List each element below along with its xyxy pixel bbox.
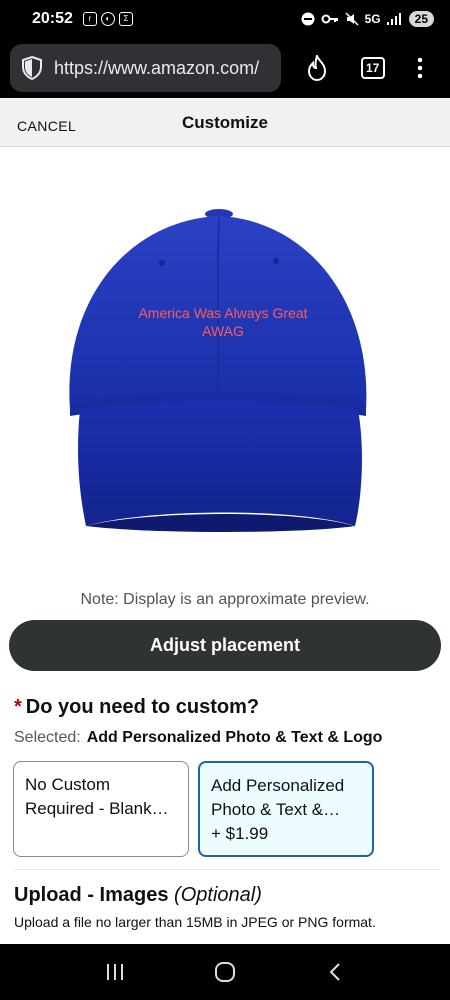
url-text[interactable]: https://www.amazon.com/ <box>54 58 259 79</box>
option-label-line-1: No Custom <box>25 775 111 794</box>
recents-button[interactable] <box>95 952 135 992</box>
customization-question: * Do you need to custom? <box>14 696 259 719</box>
status-time: 20:52 <box>32 10 73 27</box>
fire-icon <box>308 55 327 81</box>
product-preview: America Was Always Great AWAG <box>0 148 450 578</box>
upload-description: Upload a file no larger than 15MB in JPE… <box>14 914 376 930</box>
option-no-custom[interactable]: No Custom Required - Blank… <box>13 761 189 857</box>
system-indicators: 5G 25 <box>301 11 434 27</box>
cap-image <box>69 209 367 532</box>
network-type: 5G <box>364 12 381 26</box>
selected-value: Add Personalized Photo & Text & Logo <box>86 729 383 746</box>
browser-menu-button[interactable] <box>400 48 440 88</box>
required-marker: * <box>14 696 22 718</box>
section-divider <box>14 869 440 870</box>
upload-section-title: Upload - Images (Optional) <box>14 884 262 907</box>
preview-note: Note: Display is an approximate preview. <box>80 591 370 608</box>
address-bar[interactable]: https://www.amazon.com/ <box>10 44 282 92</box>
shield-icon[interactable] <box>20 55 44 81</box>
back-icon <box>329 963 340 981</box>
ring-icon: r <box>82 12 97 26</box>
back-button[interactable] <box>315 952 355 992</box>
mute-icon <box>345 12 359 26</box>
tab-count: 17 <box>360 57 385 79</box>
customize-header: CANCEL Customize <box>0 98 450 147</box>
home-icon <box>215 962 235 982</box>
option-label-line-2: Required - Blank… <box>25 799 169 818</box>
cap-text-line-2: AWAG <box>202 323 244 339</box>
dnd-icon <box>301 12 315 26</box>
home-button[interactable] <box>205 952 245 992</box>
cap-text-line-1: America Was Always Great <box>138 305 308 321</box>
option-add-personalized[interactable]: Add Personalized Photo & Text &… + $1.99 <box>198 761 374 857</box>
battery-level: 25 <box>408 11 434 27</box>
more-vertical-icon <box>417 57 423 79</box>
vpn-icon: ◐ <box>100 12 115 26</box>
question-text: Do you need to custom? <box>25 696 260 718</box>
upload-title: Upload - Images <box>14 884 169 906</box>
tabs-button[interactable]: 17 <box>353 48 393 88</box>
notification-icons: r ◐ Σ <box>82 12 133 26</box>
cap-custom-text: America Was Always Great AWAG <box>108 304 338 340</box>
selected-label: Selected: <box>14 729 81 746</box>
signal-icon <box>386 13 401 25</box>
fire-button[interactable] <box>297 48 337 88</box>
selected-option-summary: Selected: Add Personalized Photo & Text &… <box>14 729 382 747</box>
option-price: + $1.99 <box>211 824 269 843</box>
system-navigation-bar <box>0 944 450 1000</box>
adjust-placement-button[interactable]: Adjust placement <box>9 620 441 671</box>
recents-icon <box>107 964 123 980</box>
upload-optional: (Optional) <box>174 884 262 906</box>
browser-toolbar: https://www.amazon.com/ 17 <box>0 38 450 98</box>
option-label-line-2: Photo & Text &… <box>211 800 341 819</box>
status-bar: 20:52 r ◐ Σ 5G 25 <box>0 0 450 38</box>
sigma-icon: Σ <box>118 12 133 26</box>
option-label-line-1: Add Personalized <box>211 776 345 795</box>
page-title: Customize <box>182 113 268 132</box>
key-icon <box>321 14 338 24</box>
